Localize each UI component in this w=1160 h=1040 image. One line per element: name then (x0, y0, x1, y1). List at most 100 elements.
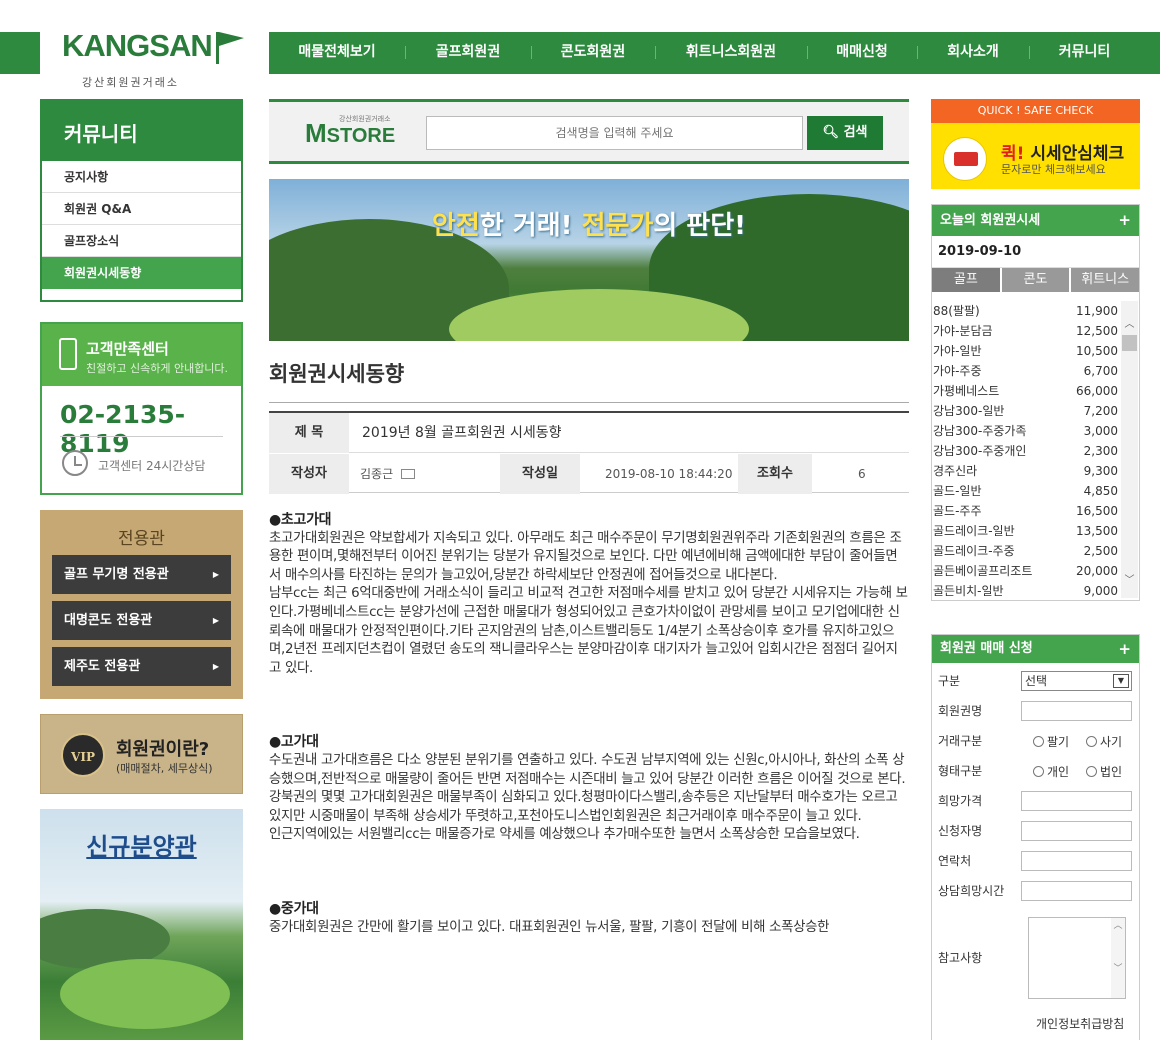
club-price: 9,000 (1083, 584, 1118, 598)
todays-price-title: 오늘의 회원권시세 (940, 213, 1041, 228)
price-row[interactable]: 가야-분담금 12,500 (933, 321, 1118, 341)
title-divider (269, 402, 909, 403)
scrollbar[interactable]: ︿ ﹀ (1121, 301, 1138, 598)
club-price: 13,500 (1076, 524, 1118, 538)
radio-label: 팔기 (1047, 735, 1070, 749)
sidebar-item-market-trend[interactable]: 회원권시세동향 (42, 257, 241, 289)
vip-badge: VIP (61, 733, 105, 777)
flag-icon (216, 32, 244, 64)
club-name: 88(팔팔) (933, 304, 980, 318)
price-input[interactable] (1021, 791, 1132, 811)
tab-fitness[interactable]: 휘트니스 (1071, 268, 1140, 292)
club-price: 16,500 (1076, 504, 1118, 518)
radio-label: 사기 (1100, 735, 1123, 749)
customer-center[interactable]: 고객만족센터 친절하고 신속하게 안내합니다. 02-2135-8119 고객센… (40, 322, 243, 495)
banner-text-1: 한 거래! (479, 211, 582, 241)
golf-bearer-hall-button[interactable]: 골프 무기명 전용관 ▶ (52, 555, 231, 594)
nav-all-listings[interactable]: 매물전체보기 (269, 32, 405, 74)
price-tabs: 골프 콘도 휘트니스 (932, 268, 1140, 292)
club-price: 9,300 (1083, 464, 1118, 478)
time-input[interactable] (1021, 881, 1132, 901)
arrow-right-icon: ▶ (212, 570, 219, 579)
views-label: 조회수 (738, 454, 812, 494)
price-row[interactable]: 경주신라 9,300 (933, 461, 1118, 481)
vip-title: 회원권이란? (116, 739, 210, 760)
club-name: 가평베네스트 (933, 384, 1000, 398)
store-logo-text: STORE (326, 125, 396, 147)
radio-buy[interactable]: 사기 (1086, 733, 1122, 750)
vip-banner[interactable]: VIP 회원권이란? (매매절차, 세무상식) (40, 714, 243, 794)
todays-price-header[interactable]: 오늘의 회원권시세 + (932, 205, 1139, 236)
site-logo[interactable]: KANGSAN 강산회원권거래소 (40, 22, 244, 106)
dedicated-hall: 전용관 골프 무기명 전용관 ▶ 대명콘도 전용관 ▶ 제주도 전용관 ▶ (40, 510, 243, 699)
club-name: 골드레이크-주중 (933, 544, 1015, 558)
sidebar-item-golf-news[interactable]: 골프장소식 (42, 225, 241, 257)
note-textarea[interactable]: ︿ ﹀ (1028, 917, 1126, 999)
price-list: 88(팔팔) 11,900 가야-분담금 12,500 가야-일반 10,500 가야-주중… (933, 301, 1118, 601)
quick-safe-check[interactable]: QUICK ! SAFE CHECK 퀵! 시세안심체크 문자로만 체크해보세요 (931, 99, 1140, 189)
search-input[interactable] (426, 116, 803, 150)
nav-fitness[interactable]: 휘트니스회원권 (655, 32, 807, 74)
textarea-scrollbar[interactable]: ︿ ﹀ (1111, 918, 1125, 998)
membership-name-input[interactable] (1021, 701, 1132, 721)
club-price: 20,000 (1076, 564, 1118, 578)
jeju-hall-button[interactable]: 제주도 전용관 ▶ (52, 647, 231, 686)
price-row[interactable]: 골든비치-일반 9,000 (933, 581, 1118, 601)
price-row[interactable]: 골드-주주 16,500 (933, 501, 1118, 521)
price-row[interactable]: 골드-일반 4,850 (933, 481, 1118, 501)
price-row[interactable]: 가야-일반 10,500 (933, 341, 1118, 361)
nav-trade-request[interactable]: 매매신청 (807, 32, 917, 74)
new-sale-banner[interactable]: 신규분양관 (40, 809, 243, 1040)
radio-sell[interactable]: 팔기 (1033, 733, 1069, 750)
nav-about[interactable]: 회사소개 (917, 32, 1029, 74)
price-row[interactable]: 골든베이골프리조트 20,000 (933, 561, 1118, 581)
radio-corporate[interactable]: 법인 (1086, 763, 1122, 780)
contact-input[interactable] (1021, 851, 1132, 871)
post-info-table: 제 목 2019년 8월 골프회원권 시세동향 작성자 김종근 작성일 2019… (269, 411, 909, 494)
price-row[interactable]: 강남300-주중개인 2,300 (933, 441, 1118, 461)
type-select[interactable]: 선택 ▼ (1021, 671, 1132, 691)
nav-community[interactable]: 커뮤니티 (1029, 32, 1140, 74)
club-price: 7,200 (1083, 404, 1118, 418)
form-header[interactable]: 회원권 매매 신청 + (932, 635, 1139, 663)
quick-subtitle: 문자로만 체크해보세요 (1001, 163, 1106, 176)
price-row[interactable]: 골드레이크-주중 2,500 (933, 541, 1118, 561)
privacy-link[interactable]: 개인정보취급방침 (1036, 1015, 1124, 1032)
nav-golf[interactable]: 골프회원권 (405, 32, 531, 74)
radio-individual[interactable]: 개인 (1033, 763, 1069, 780)
club-name: 가야-일반 (933, 344, 982, 358)
store-logo[interactable]: 강산회원권거래소 MSTORE (305, 116, 396, 149)
price-date: 2019-09-10 (932, 236, 1139, 268)
plus-icon[interactable]: + (1118, 205, 1131, 236)
top-accent (0, 32, 40, 74)
price-row[interactable]: 가야-주중 6,700 (933, 361, 1118, 381)
chevron-up-icon[interactable]: ︿ (1122, 315, 1137, 330)
tab-golf[interactable]: 골프 (932, 268, 1002, 292)
paragraph: 중가대회원권은 간만에 활기를 보이고 있다. 대표회원권인 뉴서울, 팔팔, … (269, 919, 830, 935)
tab-condo[interactable]: 콘도 (1001, 268, 1072, 292)
price-row[interactable]: 강남300-일반 7,200 (933, 401, 1118, 421)
post-date: 2019-08-10 18:44:20 (605, 467, 733, 481)
applicant-input[interactable] (1021, 821, 1132, 841)
nav-condo[interactable]: 콘도회원권 (531, 32, 655, 74)
new-sale-title: 신규분양관 (86, 833, 197, 861)
price-row[interactable]: 강남300-주중가족 3,000 (933, 421, 1118, 441)
button-label: 골프 무기명 전용관 (64, 567, 169, 582)
price-row[interactable]: 88(팔팔) 11,900 (933, 301, 1118, 321)
club-name: 골든베이골프리조트 (933, 564, 1033, 578)
price-row[interactable]: 가평베네스트 66,000 (933, 381, 1118, 401)
mail-icon[interactable] (401, 468, 416, 479)
plus-icon[interactable]: + (1118, 635, 1131, 663)
daemyung-condo-hall-button[interactable]: 대명콘도 전용관 ▶ (52, 601, 231, 640)
chevron-down-icon[interactable]: ﹀ (1122, 571, 1137, 586)
hero-banner: 안전한 거래! 전문가의 판단! (269, 179, 909, 341)
type-select-value: 선택 (1025, 674, 1048, 688)
price-row[interactable]: 골드레이크-일반 13,500 (933, 521, 1118, 541)
sidebar-item-qna[interactable]: 회원권 Q&A (42, 193, 241, 225)
sidebar-item-notice[interactable]: 공지사항 (42, 161, 241, 193)
search-button[interactable]: 🔍︎ 검색 (807, 116, 883, 150)
clock-icon (62, 450, 88, 476)
customer-center-header: 고객만족센터 친절하고 신속하게 안내합니다. (42, 324, 241, 386)
scrollbar-thumb[interactable] (1122, 335, 1137, 351)
